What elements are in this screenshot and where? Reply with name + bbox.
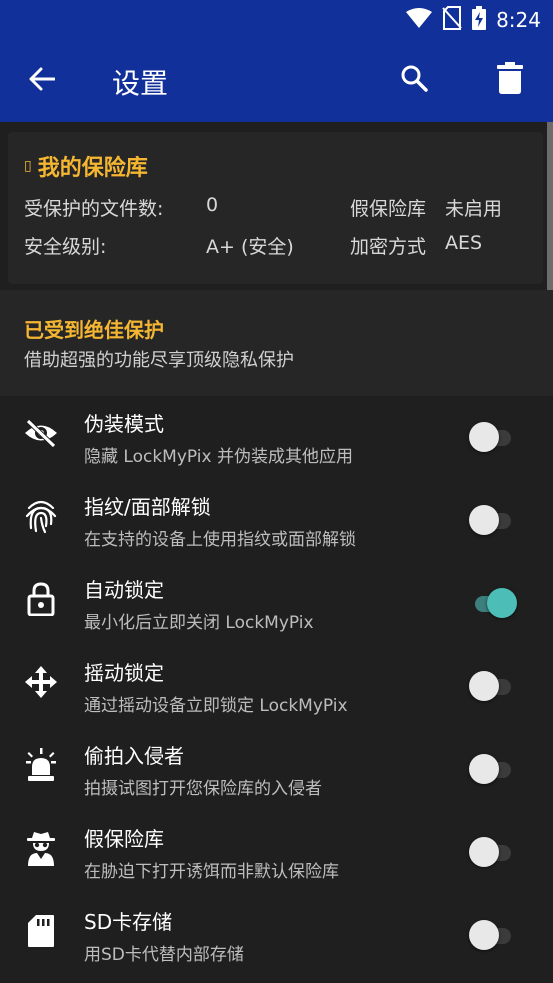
back-button[interactable]	[18, 57, 66, 105]
eye-off-icon	[22, 414, 60, 452]
security-level-value: A+ (安全)	[206, 236, 294, 258]
protection-title: 已受到绝佳保护	[24, 318, 164, 342]
setting-fingerprint-unlock[interactable]: 指纹/面部解锁 在支持的设备上使用指纹或面部解锁	[0, 479, 553, 562]
setting-title: 摇动锁定	[84, 661, 164, 685]
setting-title: 指纹/面部解锁	[84, 495, 211, 519]
shake-lock-toggle[interactable]	[469, 671, 515, 701]
setting-description: 在支持的设备上使用指纹或面部解锁	[84, 530, 356, 550]
fake-vault-value: 未启用	[445, 198, 503, 220]
vault-title-label: 我的保险库	[37, 156, 148, 181]
setting-title: 伪装模式	[84, 412, 164, 436]
setting-intruder-selfie[interactable]: 偷拍入侵者 拍摄试图打开您保险库的入侵者	[0, 728, 553, 811]
app-bar: 设置	[0, 40, 553, 122]
wifi-icon	[406, 8, 433, 32]
setting-description: 通过摇动设备立即锁定 LockMyPix	[84, 696, 348, 716]
auto-lock-toggle[interactable]	[469, 588, 517, 618]
setting-title: SD卡存储	[84, 910, 173, 934]
status-icons: 8:24	[406, 6, 541, 34]
settings-content[interactable]: ▯ 我的保险库 受保护的文件数: 0 假保险库 未启用 安全级别: A+ (安全…	[0, 122, 553, 983]
search-icon	[400, 64, 428, 96]
intruder-selfie-toggle[interactable]	[469, 754, 515, 784]
battery-charging-icon	[472, 6, 487, 34]
vault-title: ▯ 我的保险库	[24, 150, 148, 182]
disguise-mode-toggle[interactable]	[469, 422, 515, 452]
move-arrows-icon	[22, 663, 60, 701]
security-level-label: 安全级别:	[24, 236, 107, 258]
setting-title: 假保险库	[84, 827, 164, 851]
protection-subtitle: 借助超强的功能尽享顶级隐私保护	[24, 350, 294, 371]
setting-description: 用SD卡代替内部存储	[84, 945, 244, 965]
setting-description: 隐藏 LockMyPix 并伪装成其他应用	[84, 447, 353, 467]
setting-sd-card-storage[interactable]: SD卡存储 用SD卡代替内部存储	[0, 894, 553, 977]
status-bar: 8:24	[0, 0, 553, 40]
search-button[interactable]	[390, 56, 438, 104]
fake-vault-label: 假保险库	[350, 198, 427, 220]
sd-card-icon	[22, 912, 60, 950]
delete-button[interactable]	[486, 56, 534, 104]
setting-title: 自动锁定	[84, 578, 164, 602]
status-time: 8:24	[496, 8, 541, 32]
arrow-back-icon	[29, 67, 56, 95]
fingerprint-unlock-toggle[interactable]	[469, 505, 515, 535]
setting-description: 拍摄试图打开您保险库的入侵者	[84, 779, 322, 799]
spy-icon	[22, 829, 60, 867]
lock-icon	[22, 580, 60, 618]
vault-glyph-icon: ▯	[24, 158, 32, 174]
protection-banner[interactable]: 已受到绝佳保护 借助超强的功能尽享顶级隐私保护	[0, 290, 553, 396]
setting-shake-lock[interactable]: 摇动锁定 通过摇动设备立即锁定 LockMyPix	[0, 645, 553, 728]
fake-vault-toggle[interactable]	[469, 837, 515, 867]
trash-icon	[497, 62, 523, 98]
setting-disguise-mode[interactable]: 伪装模式 隐藏 LockMyPix 并伪装成其他应用	[0, 396, 553, 479]
alarm-light-icon	[22, 746, 60, 784]
protected-files-value: 0	[206, 194, 219, 216]
encryption-value: AES	[445, 232, 483, 254]
setting-description: 最小化后立即关闭 LockMyPix	[84, 613, 314, 633]
setting-title: 偷拍入侵者	[84, 744, 184, 768]
page-title: 设置	[112, 67, 169, 100]
setting-fake-vault[interactable]: 假保险库 在胁迫下打开诱饵而非默认保险库	[0, 811, 553, 894]
fingerprint-icon	[22, 497, 60, 535]
protected-files-label: 受保护的文件数:	[24, 198, 164, 220]
sd-card-storage-toggle[interactable]	[469, 920, 515, 950]
setting-description: 在胁迫下打开诱饵而非默认保险库	[84, 862, 339, 882]
no-sim-icon	[442, 6, 462, 34]
vault-card: ▯ 我的保险库 受保护的文件数: 0 假保险库 未启用 安全级别: A+ (安全…	[8, 132, 543, 284]
setting-auto-lock[interactable]: 自动锁定 最小化后立即关闭 LockMyPix	[0, 562, 553, 645]
encryption-label: 加密方式	[350, 236, 427, 258]
